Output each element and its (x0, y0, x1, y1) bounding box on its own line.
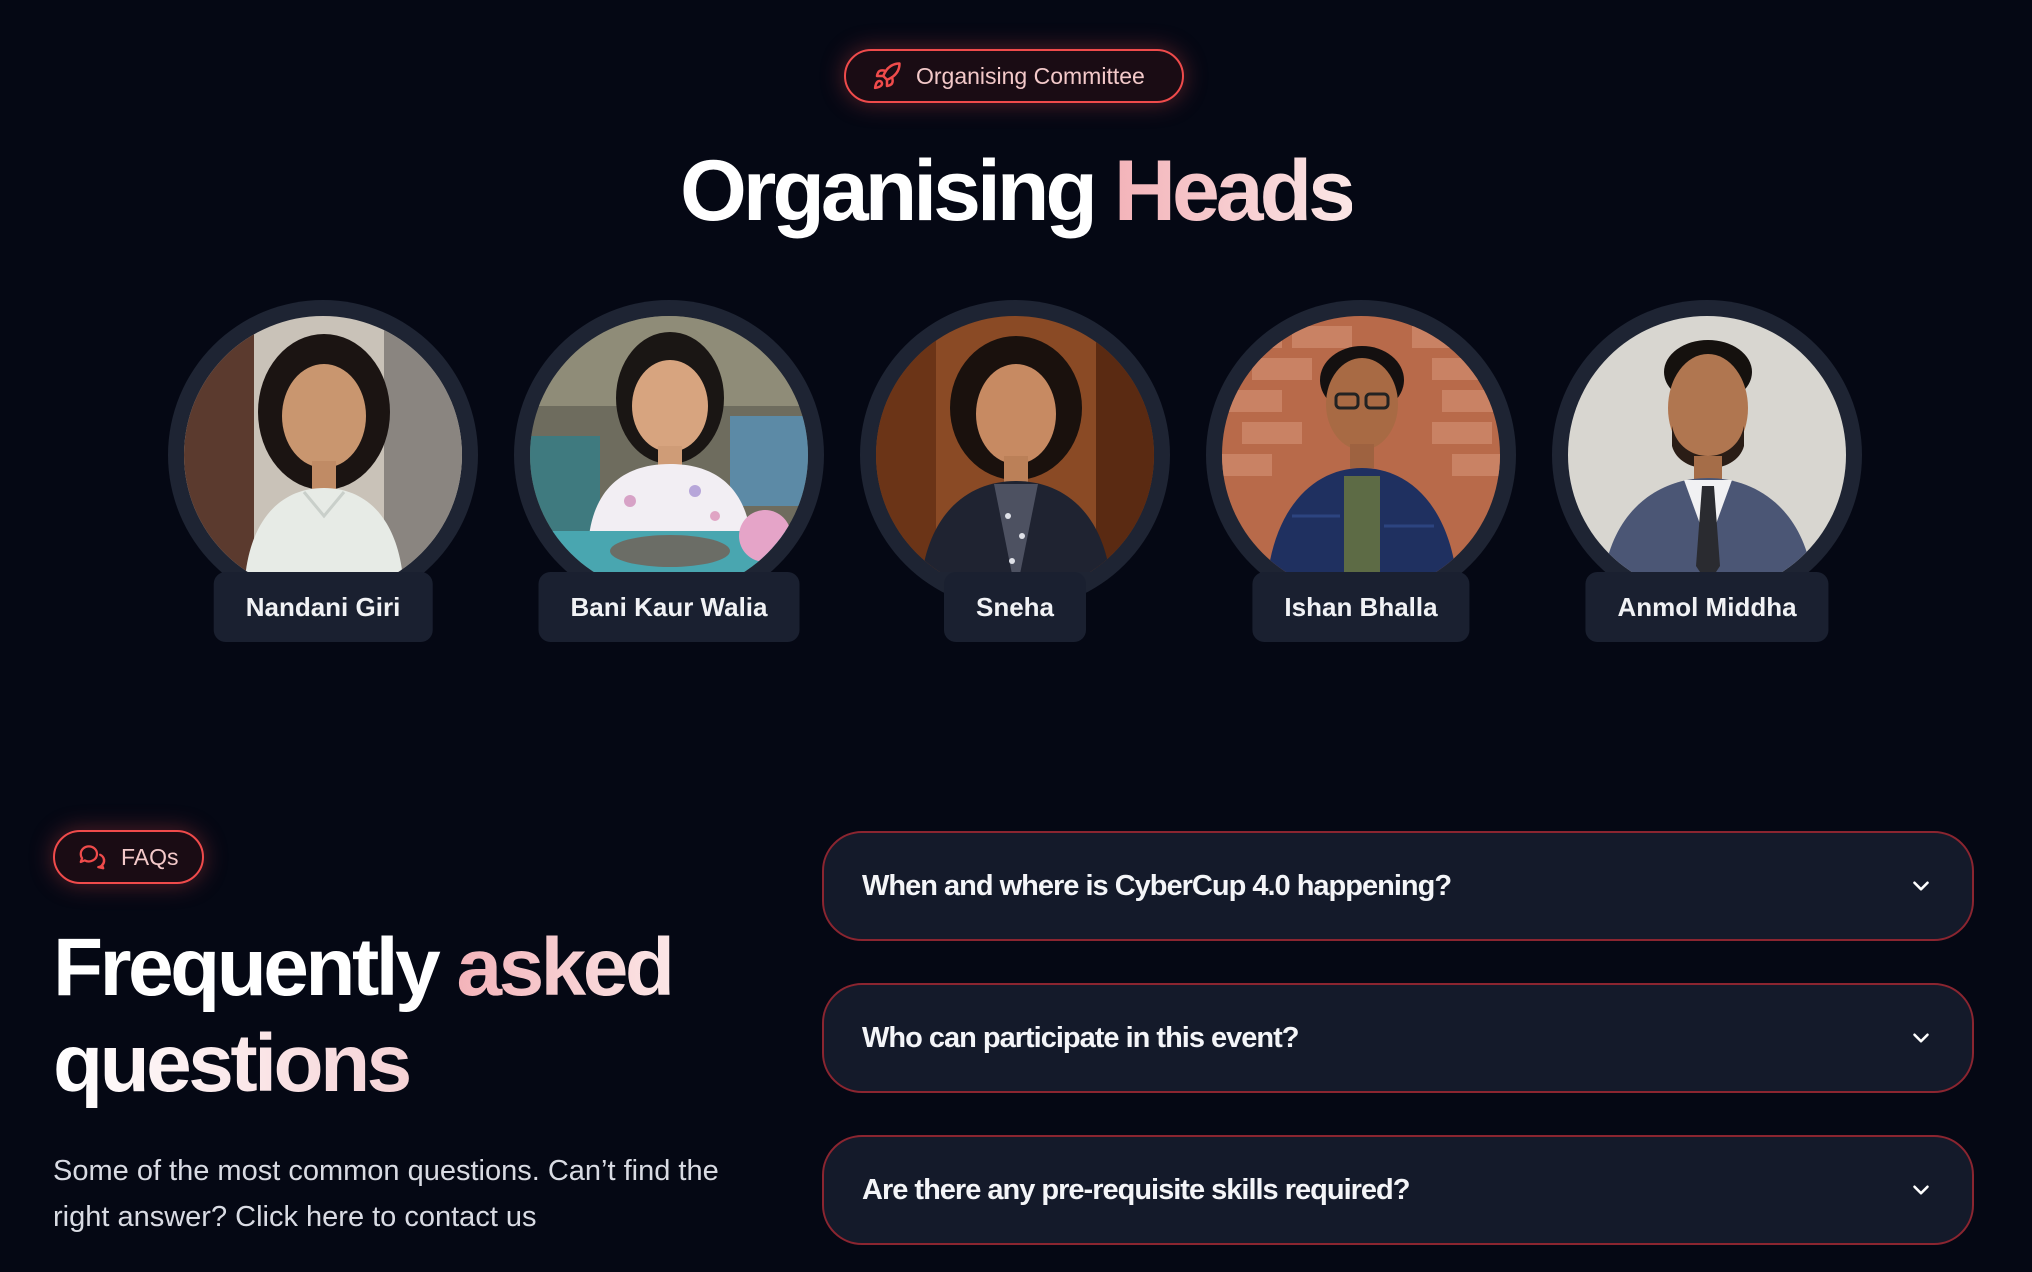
organising-heads-heading: Organising Heads (0, 136, 2032, 246)
person-card: Ishan Bhalla (1206, 300, 1516, 642)
faq-heading-part-gradient: questions (53, 1018, 412, 1109)
faq-question: Are there any pre-requisite skills requi… (862, 1173, 1410, 1206)
person-name: Sneha (975, 591, 1055, 622)
faq-badge: FAQs (53, 830, 204, 884)
organising-committee-label: Organising Committee (916, 62, 1145, 89)
chevron-down-icon[interactable] (1908, 1177, 1934, 1203)
person-name: Ishan Bhalla (1284, 591, 1438, 622)
avatar (876, 316, 1154, 572)
person-card: Nandani Giri (168, 300, 478, 642)
avatar (184, 316, 462, 572)
person-name-tag: Sneha (943, 572, 1087, 642)
person-name: Anmol Middha (1617, 591, 1797, 622)
person-name-tag: Bani Kaur Walia (538, 572, 800, 642)
faq-heading-part-white: Frequently (53, 922, 441, 1013)
faq-item[interactable]: When and where is CyberCup 4.0 happening… (822, 831, 1974, 941)
person-name-tag: Anmol Middha (1585, 572, 1829, 642)
heading-part-accent: Heads (1113, 143, 1356, 239)
person-card: Anmol Middha (1552, 300, 1862, 642)
chevron-down-icon[interactable] (1908, 873, 1934, 899)
faq-heading-part-accent: asked (456, 922, 675, 1013)
faq-badge-label: FAQs (121, 843, 179, 870)
organising-committee-badge: Organising Committee (844, 49, 1184, 103)
faq-item[interactable]: Who can participate in this event? (822, 983, 1974, 1093)
person-name-tag: Ishan Bhalla (1252, 572, 1470, 642)
chat-bubbles-icon (79, 845, 106, 870)
avatar (530, 316, 808, 572)
heading-part-white: Organising (680, 143, 1098, 239)
person-card: Bani Kaur Walia (514, 300, 824, 642)
chevron-down-icon[interactable] (1908, 1025, 1934, 1051)
faq-heading: Frequently asked questions (53, 920, 773, 1112)
faq-subtitle: Some of the most common questions. Can’t… (53, 1155, 719, 1233)
person-name-tag: Nandani Giri (213, 572, 433, 642)
faq-item[interactable]: Are there any pre-requisite skills requi… (822, 1135, 1974, 1245)
person-name: Nandani Giri (245, 591, 401, 622)
person-name: Bani Kaur Walia (570, 591, 768, 622)
avatar (1222, 316, 1500, 572)
avatar (1568, 316, 1846, 572)
faq-question: Who can participate in this event? (862, 1021, 1300, 1054)
rocket-icon (873, 62, 901, 90)
person-card: Sneha (860, 300, 1170, 642)
page: Organising Committee Organising Heads Na… (0, 0, 2032, 1272)
faq-question: When and where is CyberCup 4.0 happening… (862, 869, 1452, 902)
